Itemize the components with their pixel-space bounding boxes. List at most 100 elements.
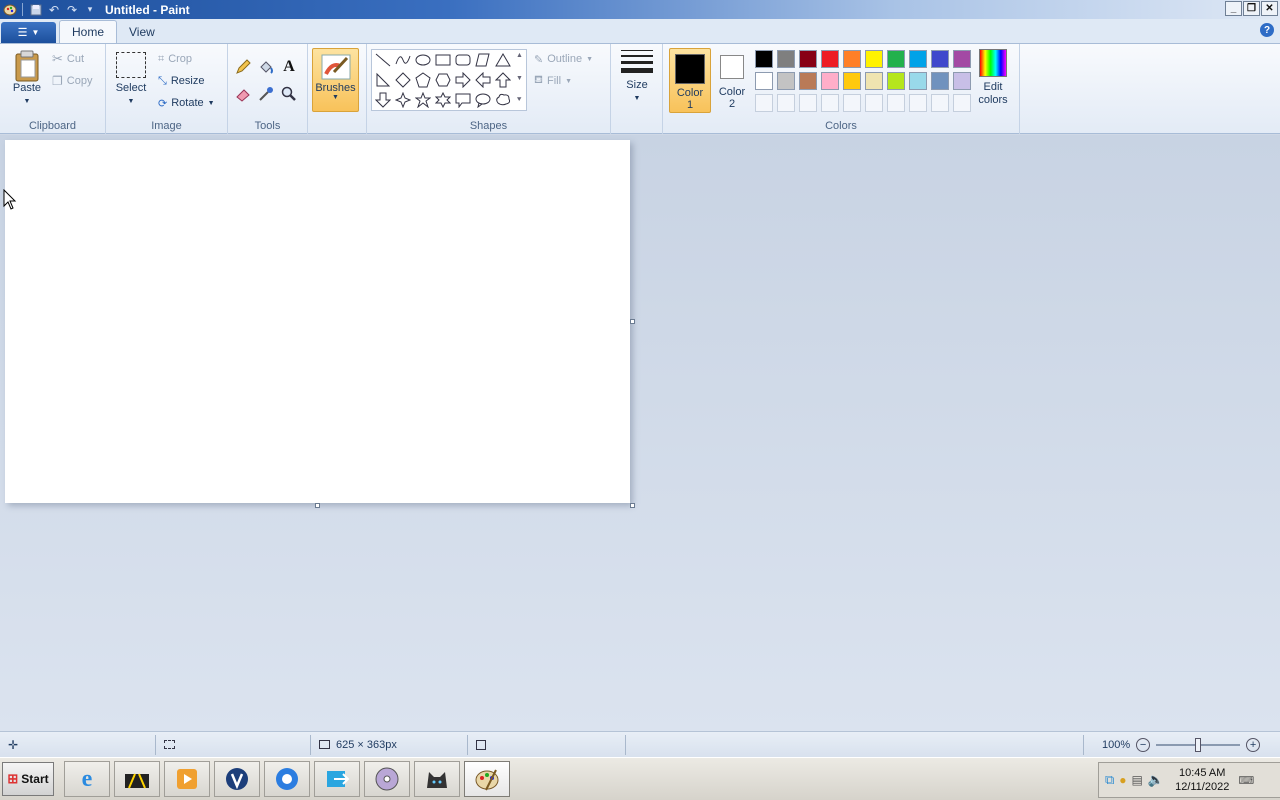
road-app-icon[interactable] xyxy=(114,761,160,797)
right-triangle-shape-icon[interactable] xyxy=(373,70,392,89)
zoom-in-icon[interactable]: + xyxy=(1246,737,1261,752)
color-swatch[interactable] xyxy=(865,50,883,68)
cat-app-icon[interactable] xyxy=(414,761,460,797)
custom-color-slot[interactable] xyxy=(755,94,773,112)
color-swatch[interactable] xyxy=(887,72,905,90)
help-icon[interactable]: ? xyxy=(1260,23,1274,37)
curve-shape-icon[interactable] xyxy=(393,50,412,69)
paint-menu-button[interactable]: ☰ ▼ xyxy=(1,22,56,43)
rotate-button[interactable]: ⟳ Rotate ▼ xyxy=(158,94,215,112)
resize-handle-corner[interactable] xyxy=(630,503,635,508)
rounded-rectangle-shape-icon[interactable] xyxy=(453,50,472,69)
custom-color-slot[interactable] xyxy=(953,94,971,112)
text-tool-icon[interactable]: A xyxy=(279,57,299,77)
clock[interactable]: 10:45 AM 12/11/2022 xyxy=(1175,766,1229,794)
paste-button[interactable]: Paste ▼ xyxy=(10,50,44,108)
shapes-expand-icon[interactable]: ⯆ xyxy=(516,95,522,105)
color-swatch[interactable] xyxy=(821,50,839,68)
color-swatch[interactable] xyxy=(931,72,949,90)
copy-button[interactable]: ❐ Copy xyxy=(52,72,92,90)
four-point-star-shape-icon[interactable] xyxy=(393,90,412,109)
color-swatch[interactable] xyxy=(777,50,795,68)
oval-callout-shape-icon[interactable] xyxy=(473,90,492,109)
color-swatch[interactable] xyxy=(909,50,927,68)
color-swatch[interactable] xyxy=(887,50,905,68)
cut-button[interactable]: ✂ Cut xyxy=(52,50,84,68)
resize-button[interactable]: ⤡ Resize xyxy=(158,72,204,90)
close-button[interactable]: ✕ xyxy=(1261,1,1278,16)
customize-qat-icon[interactable]: ▾ xyxy=(81,2,99,17)
color-swatch[interactable] xyxy=(953,72,971,90)
custom-color-slot[interactable] xyxy=(887,94,905,112)
up-arrow-shape-icon[interactable] xyxy=(493,70,512,89)
shapes-scroll-up-icon[interactable]: ▲ xyxy=(516,52,523,59)
restore-button[interactable]: ❐ xyxy=(1243,1,1260,16)
tab-home[interactable]: Home xyxy=(59,20,118,43)
color-2-button[interactable]: Color 2 xyxy=(713,48,751,113)
tab-view[interactable]: View xyxy=(117,20,167,43)
network-icon[interactable]: ▤ xyxy=(1132,773,1143,787)
eraser-icon[interactable] xyxy=(233,84,253,104)
zoom-out-icon[interactable]: − xyxy=(1136,737,1151,752)
oval-shape-icon[interactable] xyxy=(413,50,432,69)
redo-icon[interactable]: ↷ xyxy=(63,2,81,17)
hexagon-shape-icon[interactable] xyxy=(433,70,452,89)
fill-button[interactable]: ⛾ Fill ▼ xyxy=(534,72,572,90)
crop-button[interactable]: ⌗ Crop xyxy=(158,50,192,68)
left-arrow-shape-icon[interactable] xyxy=(473,70,492,89)
paint-taskbar-icon[interactable] xyxy=(464,761,510,797)
security-icon[interactable]: ● xyxy=(1119,773,1126,787)
select-button[interactable]: Select ▼ xyxy=(114,52,148,108)
custom-color-slot[interactable] xyxy=(865,94,883,112)
color-swatch[interactable] xyxy=(953,50,971,68)
pentagon-shape-icon[interactable] xyxy=(413,70,432,89)
color-swatch[interactable] xyxy=(843,50,861,68)
custom-color-slot[interactable] xyxy=(821,94,839,112)
fill-bucket-icon[interactable] xyxy=(256,57,276,77)
disc-app-icon[interactable] xyxy=(364,761,410,797)
remote-app-icon[interactable] xyxy=(314,761,360,797)
color-swatch[interactable] xyxy=(799,72,817,90)
volume-icon[interactable]: 🔈 xyxy=(1148,772,1164,788)
paint-app-icon[interactable] xyxy=(2,3,18,17)
color-swatch[interactable] xyxy=(755,50,773,68)
edit-colors-button[interactable]: Edit colors xyxy=(975,49,1011,111)
size-button[interactable]: Size ▼ xyxy=(619,50,655,105)
pencil-icon[interactable] xyxy=(233,57,253,77)
undo-icon[interactable]: ↶ xyxy=(45,2,63,17)
browser-icon[interactable] xyxy=(264,761,310,797)
save-icon[interactable] xyxy=(27,2,45,17)
vpn-app-icon[interactable] xyxy=(214,761,260,797)
six-point-star-shape-icon[interactable] xyxy=(433,90,452,109)
color-swatch[interactable] xyxy=(843,72,861,90)
five-point-star-shape-icon[interactable] xyxy=(413,90,432,109)
zoom-slider-thumb[interactable] xyxy=(1195,737,1202,752)
brushes-button[interactable]: Brushes ▼ xyxy=(312,48,359,112)
custom-color-slot[interactable] xyxy=(777,94,795,112)
color-swatch[interactable] xyxy=(777,72,795,90)
diamond-shape-icon[interactable] xyxy=(393,70,412,89)
zoom-slider[interactable] xyxy=(1156,737,1241,752)
internet-explorer-icon[interactable]: e xyxy=(64,761,110,797)
down-arrow-shape-icon[interactable] xyxy=(373,90,392,109)
color-picker-icon[interactable] xyxy=(256,84,276,104)
resize-handle-bottom[interactable] xyxy=(315,503,320,508)
magnifier-icon[interactable] xyxy=(279,84,299,104)
rectangle-shape-icon[interactable] xyxy=(433,50,452,69)
cloud-callout-shape-icon[interactable] xyxy=(493,90,512,109)
polygon-shape-icon[interactable] xyxy=(473,50,492,69)
right-arrow-shape-icon[interactable] xyxy=(453,70,472,89)
color-swatch[interactable] xyxy=(865,72,883,90)
color-swatch[interactable] xyxy=(931,50,949,68)
line-shape-icon[interactable] xyxy=(373,50,392,69)
triangle-shape-icon[interactable] xyxy=(493,50,512,69)
color-swatch[interactable] xyxy=(909,72,927,90)
custom-color-slot[interactable] xyxy=(799,94,817,112)
minimize-button[interactable]: _ xyxy=(1225,1,1242,16)
start-button[interactable]: ⊞ Start xyxy=(2,762,54,796)
custom-color-slot[interactable] xyxy=(909,94,927,112)
rect-callout-shape-icon[interactable] xyxy=(453,90,472,109)
color-swatch[interactable] xyxy=(799,50,817,68)
drawing-canvas[interactable] xyxy=(5,140,630,503)
color-1-button[interactable]: Color 1 xyxy=(669,48,711,113)
